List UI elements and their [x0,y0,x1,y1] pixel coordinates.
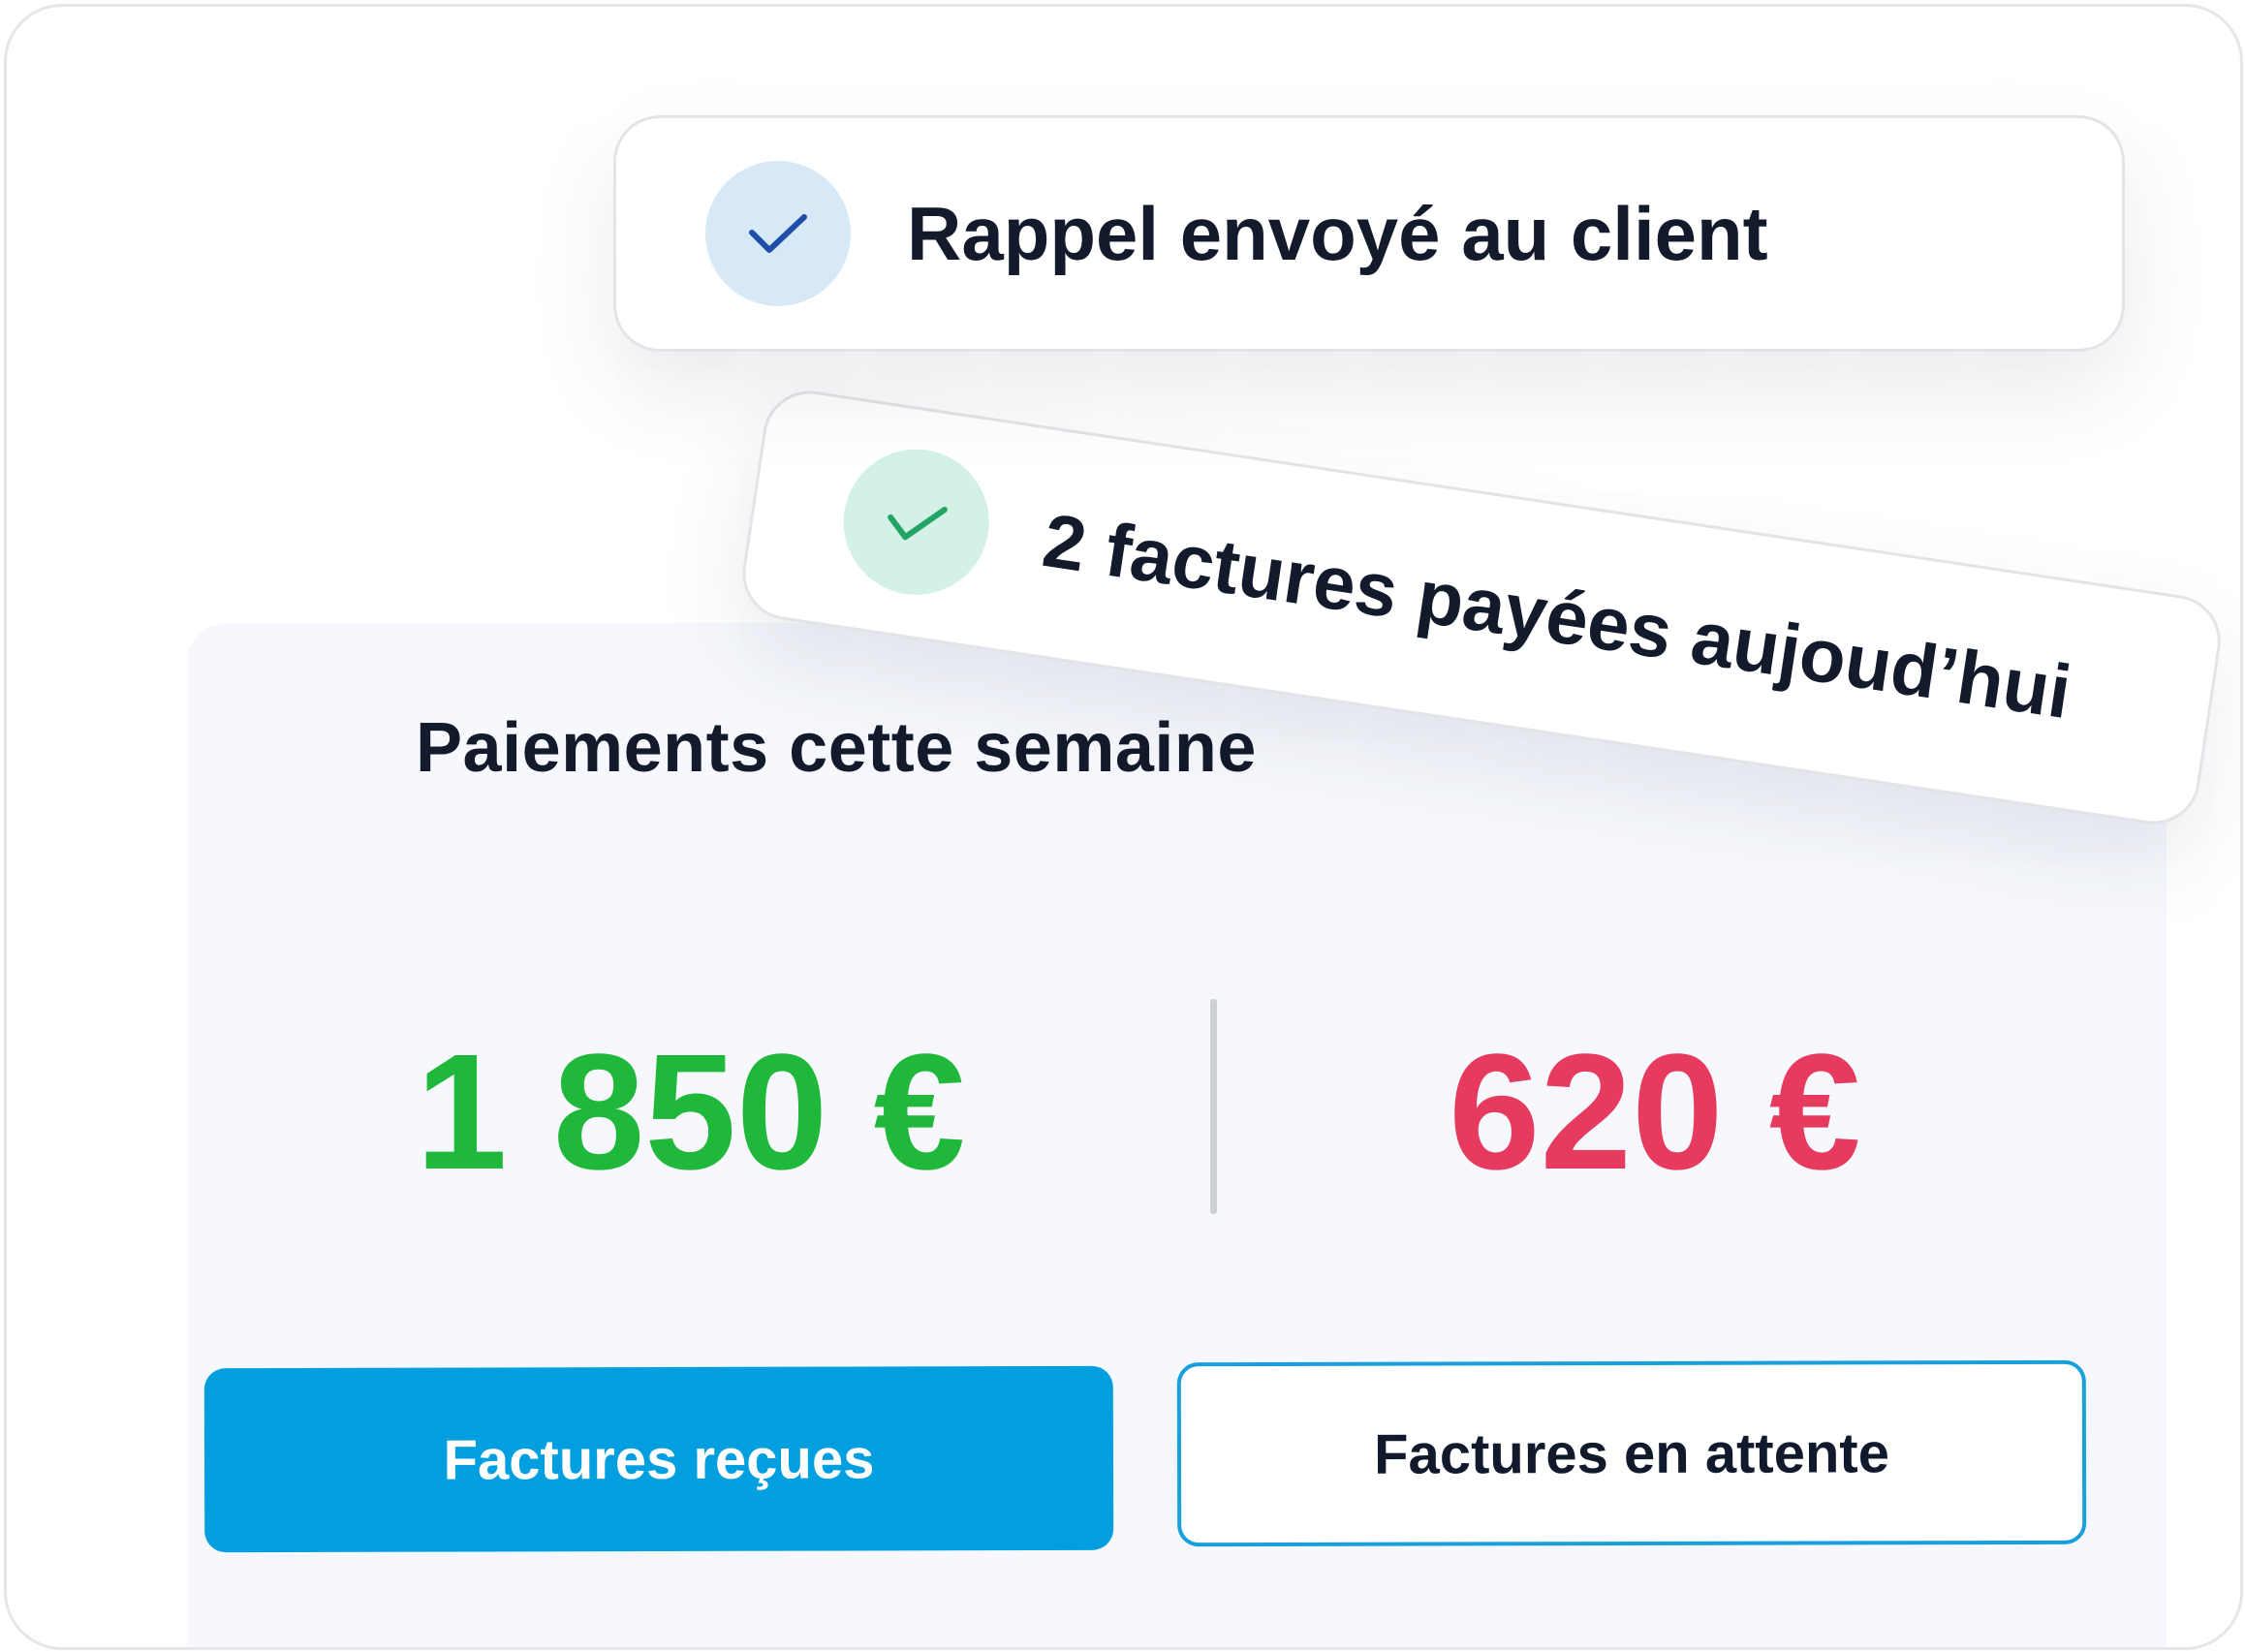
received-invoices-button[interactable]: Factures reçues [203,1365,1114,1553]
panel-title: Paiements cette semaine [416,709,1257,787]
card-frame: Paiements cette semaine 1 850 € 620 € Fa… [4,4,2243,1650]
reminder-sent-notification: Rappel envoyé au client [613,115,2125,352]
check-icon [833,439,999,606]
pending-invoices-button[interactable]: Factures en attente [1176,1359,2087,1547]
check-icon [705,161,851,306]
received-amount: 1 850 € [416,1020,966,1204]
pending-amount: 620 € [1449,1020,1861,1204]
notification-text: Rappel envoyé au client [907,191,1768,276]
amount-divider [1210,999,1217,1214]
